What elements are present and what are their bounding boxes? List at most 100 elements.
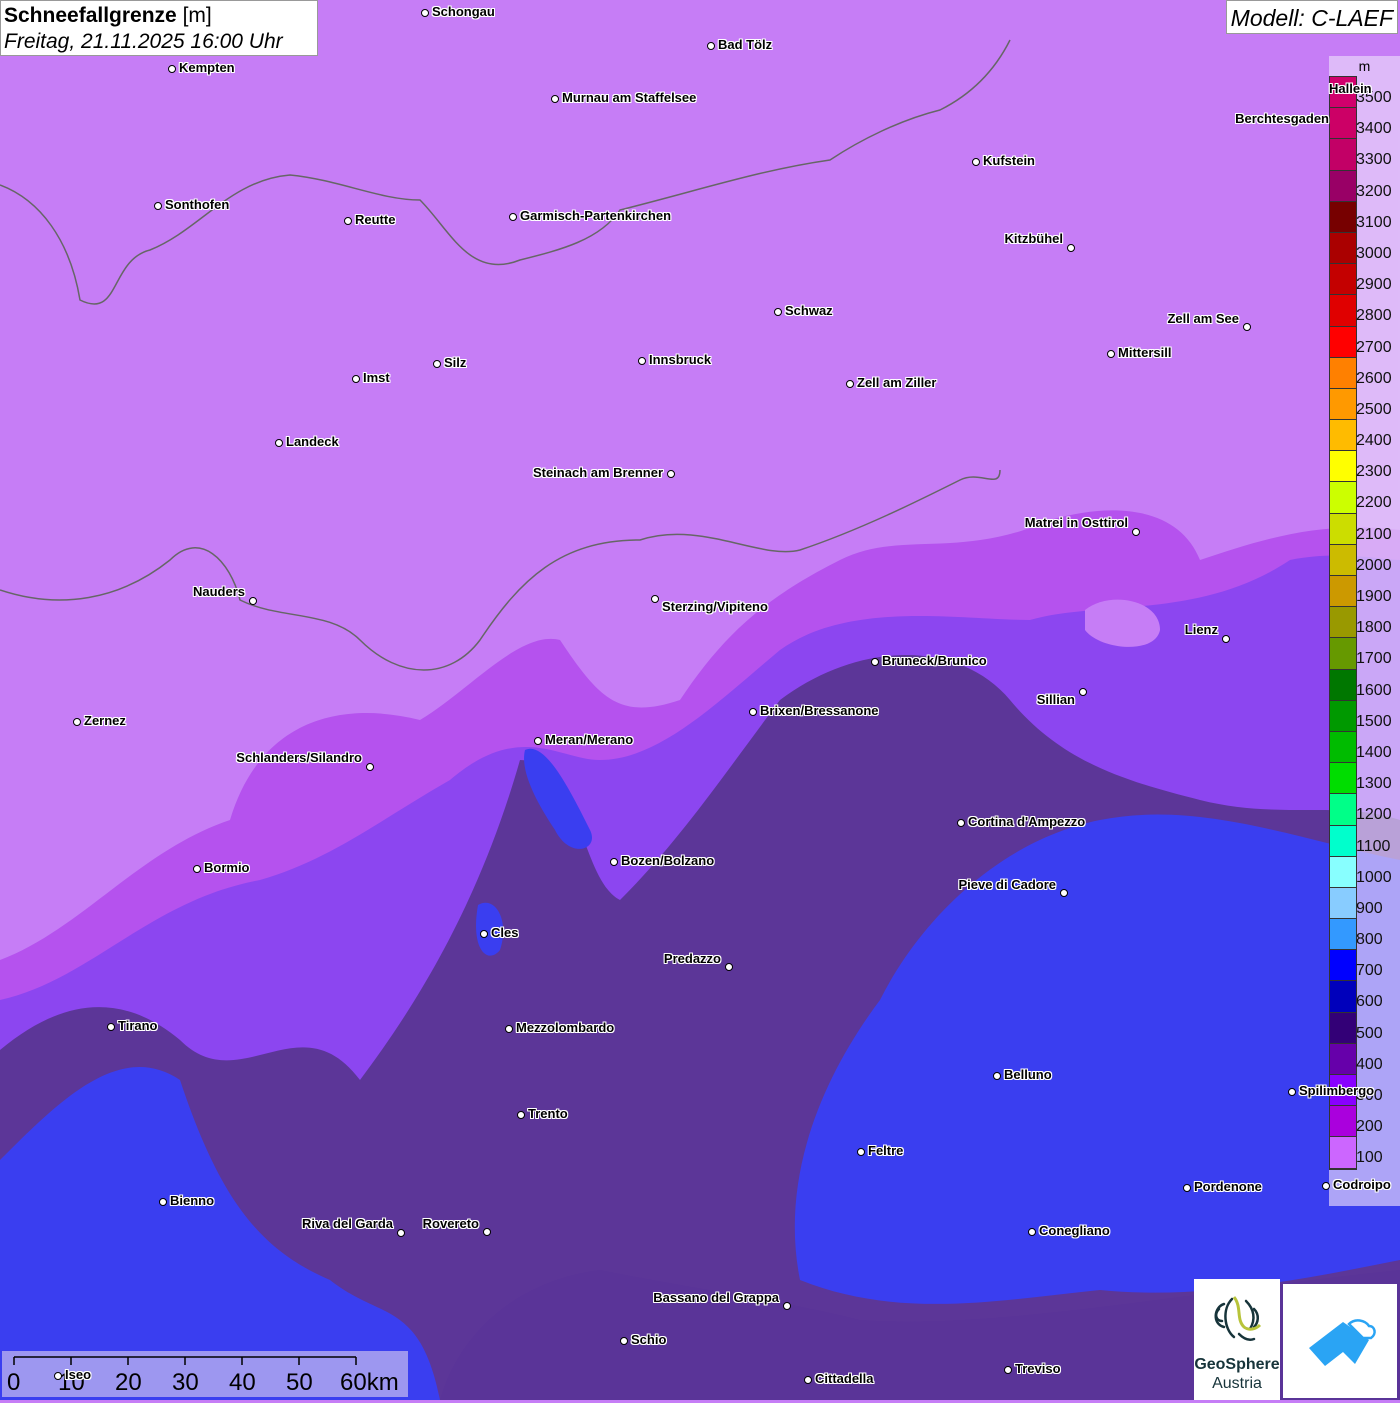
city-name: Kitzbühel [1004,231,1064,246]
legend-label: 3200 [1356,182,1392,200]
legend-band-2300 [1330,451,1356,483]
city-name: Rovereto [422,1216,479,1231]
city-name: Matrei in Osttirol [1024,515,1128,530]
map-title-unit: [m] [182,4,212,27]
weather-app-logo[interactable] [1283,1284,1397,1398]
city-name: Cortina d'Ampezzo [968,814,1086,829]
legend-band-3400 [1330,108,1356,140]
legend-band-1800 [1330,607,1356,639]
city-name: Steinach am Brenner [532,465,663,480]
mountain-cloud-logo-icon [1309,1319,1376,1366]
city-name: Bormio [204,860,250,875]
legend-label: 2800 [1356,307,1392,325]
city-name: Iseo [65,1367,92,1382]
forecast-datetime: Freitag, 21.11.2025 16:00 Uhr [4,30,283,53]
city-name: Belluno [1004,1067,1052,1082]
legend-band-2700 [1330,326,1356,358]
legend-band-1900 [1330,576,1356,608]
color-legend: m 3500 3400 3300 3200 3100 3000 2900 2800 2700 26… [1329,56,1400,1206]
city-name: Cles [491,925,519,940]
scale-bar: 0 10 20 30 40 50 60km [2,1351,408,1397]
city-name: Predazzo [663,951,721,966]
legend-label: 2100 [1356,525,1392,543]
city-name: Codroipo [1333,1177,1391,1192]
legend-band-3200 [1330,170,1356,202]
city-name: Innsbruck [649,352,712,367]
scale-tick: 50 [286,1369,313,1396]
legend-label: 3300 [1356,151,1392,169]
legend-band-200 [1330,1106,1356,1138]
legend-label: 2000 [1356,556,1392,574]
legend-label: 1100 [1356,837,1391,855]
legend-band-800 [1330,919,1356,951]
legend-label: 1700 [1356,650,1392,668]
scale-tick: 0 [7,1369,21,1396]
city-name: Mezzolombardo [516,1020,615,1035]
geosphere-austria-logo[interactable]: GeoSphere Austria [1194,1279,1280,1400]
legend-band-3000 [1330,232,1356,265]
city-name: Zell am Ziller [857,375,937,390]
legend-label: 2700 [1356,338,1392,356]
city-name: Bozen/Bolzano [621,853,715,868]
city-name: Schio [631,1332,667,1347]
legend-label: 1300 [1356,775,1392,793]
legend-band-1300 [1330,763,1356,795]
legend-label: 1900 [1356,588,1392,605]
legend-band-500 [1330,1012,1356,1044]
city-name: Schwaz [785,303,833,318]
legend-label: 100 [1356,1149,1383,1167]
city-name: Riva del Garda [301,1216,393,1231]
scale-tick: 40 [229,1369,256,1396]
city-name: Murnau am Staffelsee [562,90,697,105]
legend-band-2900 [1330,264,1356,296]
city-name: Lienz [1184,622,1218,637]
city-name: Zernez [84,713,126,728]
legend-band-400 [1330,1043,1356,1075]
legend-band-1600 [1330,669,1356,701]
city-name: Sterzing/Vipiteno [662,599,768,614]
city-name: Pieve di Cadore [958,877,1056,892]
legend-label: 1500 [1356,712,1392,730]
city-name: Bassano del Grappa [653,1290,779,1305]
scale-tick: 20 [115,1369,142,1396]
city-name: Silz [444,355,467,370]
legend-band-1700 [1330,638,1356,670]
city-name: Treviso [1015,1361,1061,1376]
legend-label: 2200 [1356,494,1392,512]
legend-label: 1400 [1356,743,1392,761]
legend-label: 1200 [1356,806,1392,824]
legend-band-2200 [1330,482,1356,514]
city-name: Schongau [432,4,495,19]
legend-label: 2600 [1356,369,1392,387]
city-name: Berchtesgaden [1235,111,1329,126]
city-name: Schlanders/Silandro [236,750,362,765]
city-name: Reutte [355,212,396,227]
city-name: Garmisch-Partenkirchen [520,208,672,223]
city-name: Feltre [868,1143,904,1158]
legend-labels: 3500 3400 3300 3200 3100 3000 2900 2800 2700 2600… [1355,76,1392,1168]
city-name: Bad Tölz [718,37,773,52]
geosphere-logo-icon [1214,1296,1262,1342]
legend-label: 600 [1356,993,1383,1011]
scale-tick: 30 [172,1369,199,1396]
legend-band-1100 [1330,825,1356,857]
legend-label: 1000 [1356,868,1392,886]
city-name: Meran/Merano [545,732,634,747]
legend-label: 2500 [1356,400,1392,418]
legend-label: 200 [1356,1118,1383,1136]
geosphere-logo-text: GeoSphere [1194,1356,1280,1373]
city-name: Sonthofen [165,197,230,212]
austria-logo-text: Austria [1212,1375,1262,1392]
legend-band-2800 [1330,295,1356,327]
legend-label: 3100 [1356,213,1392,231]
legend-band-700 [1330,950,1356,982]
map-title-box: Schneefallgrenze [m] Freitag, 21.11.2025… [0,0,318,56]
legend-band-2000 [1330,544,1356,576]
city-name: Mittersill [1118,345,1172,360]
legend-label: 900 [1356,899,1383,917]
legend-label: 3000 [1356,244,1392,262]
map-title: Schneefallgrenze [4,4,177,27]
legend-label: 700 [1356,962,1383,980]
legend-band-100 [1330,1137,1356,1169]
legend-label: 3400 [1356,120,1392,138]
